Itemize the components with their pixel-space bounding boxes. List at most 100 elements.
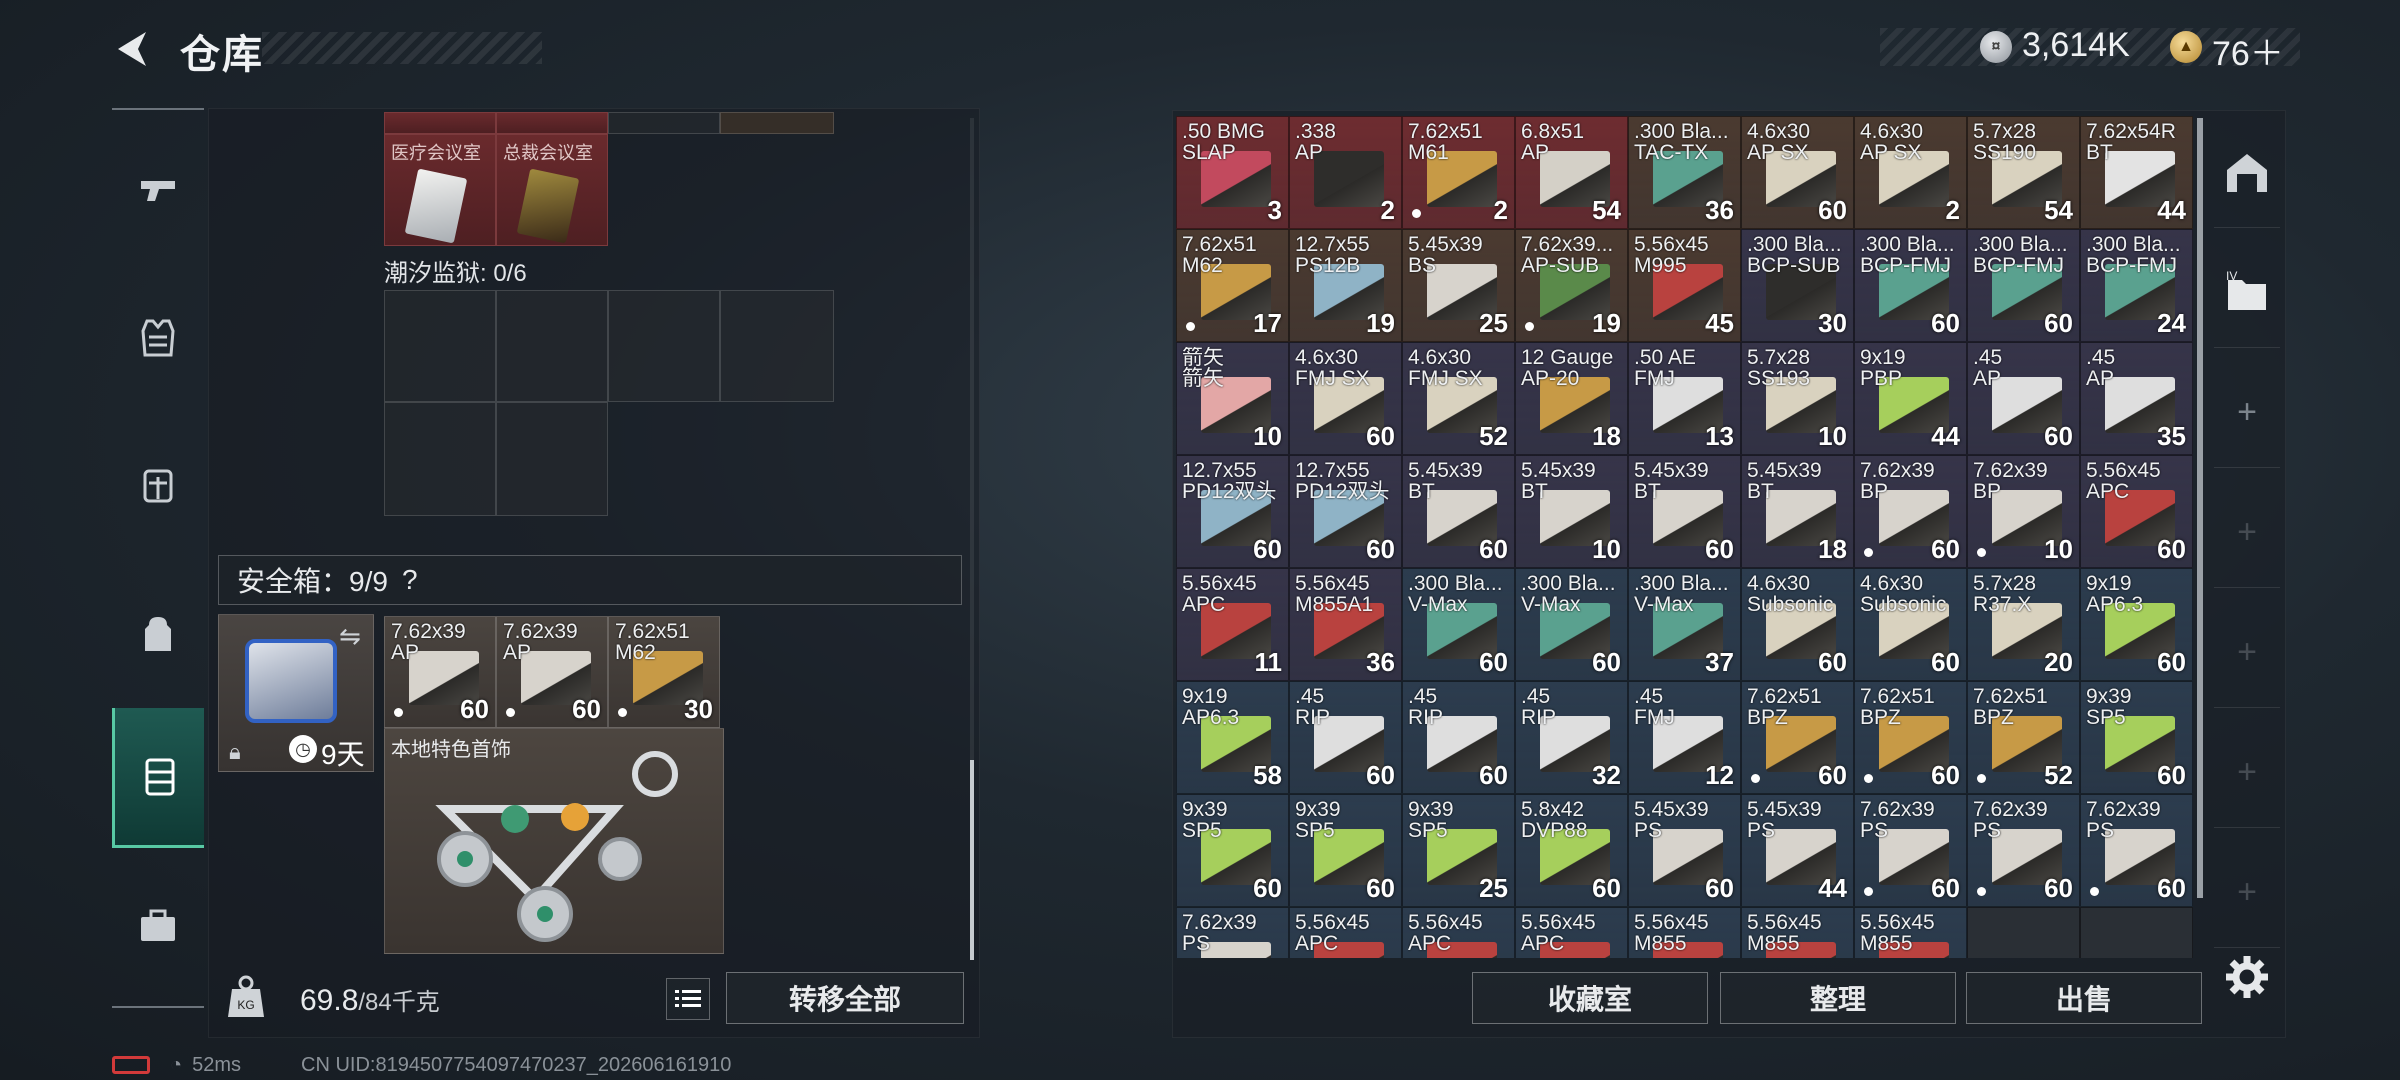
ammo-item[interactable]: .45 AP 60: [1967, 342, 2080, 455]
ammo-item[interactable]: 5.45x39 BT 10: [1515, 455, 1628, 568]
sidebar-item-helmet[interactable]: [112, 416, 204, 556]
tab-add-1[interactable]: +: [2214, 358, 2280, 468]
ammo-item[interactable]: 4.6x30 AP SX 2: [1854, 116, 1967, 229]
ammo-item[interactable]: 5.56x45 M855: [1741, 907, 1854, 958]
collection-room-button[interactable]: 收藏室: [1472, 972, 1708, 1024]
ammo-item[interactable]: 12.7x55 PD12双头 60: [1176, 455, 1289, 568]
ammo-item[interactable]: .300 Bla... BCP-FMJ 60: [1967, 229, 2080, 342]
ammo-item[interactable]: 7.62x51 BPZ 60: [1741, 681, 1854, 794]
ammo-item[interactable]: .300 Bla... V-Max 60: [1402, 568, 1515, 681]
settings-gear-icon[interactable]: [2222, 952, 2272, 1002]
ammo-item[interactable]: 12.7x55 PD12双头 60: [1289, 455, 1402, 568]
trinket-item[interactable]: 本地特色首饰: [384, 728, 724, 954]
ammo-item[interactable]: 12.7x55 PS12B 19: [1289, 229, 1402, 342]
sidebar-item-weapons[interactable]: [112, 120, 204, 260]
prison-slot[interactable]: [384, 290, 496, 402]
ammo-item[interactable]: 5.56x45 APC 11: [1176, 568, 1289, 681]
ammo-item[interactable]: 5.56x45 M855: [1628, 907, 1741, 958]
transfer-all-button[interactable]: 转移全部: [726, 972, 964, 1024]
ammo-item[interactable]: 5.56x45 APC: [1515, 907, 1628, 958]
prison-slot[interactable]: [496, 402, 608, 516]
tab-add-5[interactable]: +: [2214, 838, 2280, 948]
ammo-item[interactable]: .338 AP 2: [1289, 116, 1402, 229]
weight-icon[interactable]: KG: [226, 975, 266, 1019]
prison-slot[interactable]: [384, 402, 496, 516]
ammo-item[interactable]: 5.45x39 PS 60: [1628, 794, 1741, 907]
swap-icon[interactable]: ⇋: [339, 621, 361, 652]
ammo-item[interactable]: .45 FMJ 12: [1628, 681, 1741, 794]
ammo-item[interactable]: 5.45x39 BT 60: [1628, 455, 1741, 568]
ammo-item[interactable]: 9x19 PBP 44: [1854, 342, 1967, 455]
ammo-item[interactable]: 5.8x42 DVP88 60: [1515, 794, 1628, 907]
ammo-item[interactable]: 7.62x39 PS: [1176, 907, 1289, 958]
tab-add-2[interactable]: +: [2214, 478, 2280, 588]
ammo-item[interactable]: 9x39 SP5 25: [1402, 794, 1515, 907]
safebox-ammo-item[interactable]: 7.62x39 AP 60: [384, 616, 496, 728]
ammo-item[interactable]: 9x19 AP6.3 60: [2080, 568, 2193, 681]
room-keycard-medical[interactable]: 医疗会议室: [384, 134, 496, 246]
ammo-item[interactable]: 4.6x30 Subsonic 60: [1854, 568, 1967, 681]
tab-stash-main[interactable]: [2214, 118, 2280, 228]
prison-slot[interactable]: [720, 290, 834, 402]
room-keycard-ceo[interactable]: 总裁会议室: [496, 134, 608, 246]
safebox-item[interactable]: ⇋ 🔒︎ ◷ 9天: [218, 614, 374, 772]
sell-button[interactable]: 出售: [1966, 972, 2202, 1024]
ammo-item[interactable]: 7.62x54R BT 44: [2080, 116, 2193, 229]
ammo-item[interactable]: 4.6x30 FMJ SX 52: [1402, 342, 1515, 455]
ammo-item[interactable]: 5.56x45 APC 60: [2080, 455, 2193, 568]
ammo-item[interactable]: 7.62x39... AP-SUB 19: [1515, 229, 1628, 342]
ammo-item[interactable]: .50 AE FMJ 13: [1628, 342, 1741, 455]
ammo-item[interactable]: 5.45x39 BS 25: [1402, 229, 1515, 342]
ammo-item[interactable]: .45 AP 35: [2080, 342, 2193, 455]
list-view-button[interactable]: [666, 978, 710, 1020]
ammo-item[interactable]: .300 Bla... V-Max 37: [1628, 568, 1741, 681]
ammo-item[interactable]: 5.45x39 BT 60: [1402, 455, 1515, 568]
tab-stash-page[interactable]: IV: [2214, 238, 2280, 348]
ammo-item[interactable]: 9x39 SP5 60: [2080, 681, 2193, 794]
ammo-item[interactable]: 5.56x45 M995 45: [1628, 229, 1741, 342]
ammo-item[interactable]: 箭矢 箭矢 10: [1176, 342, 1289, 455]
ammo-item[interactable]: 9x19 AP6.3 58: [1176, 681, 1289, 794]
ammo-item[interactable]: 5.7x28 SS190 54: [1967, 116, 2080, 229]
ammo-item[interactable]: 7.62x51 BPZ 52: [1967, 681, 2080, 794]
ammo-item[interactable]: .50 BMG SLAP 3: [1176, 116, 1289, 229]
back-arrow-icon[interactable]: [110, 26, 156, 72]
ammo-item[interactable]: 4.6x30 AP SX 60: [1741, 116, 1854, 229]
tab-add-4[interactable]: +: [2214, 718, 2280, 828]
safebox-ammo-item[interactable]: 7.62x51 M62 30: [608, 616, 720, 728]
ammo-item[interactable]: 7.62x51 M62 17: [1176, 229, 1289, 342]
left-scrollbar-thumb[interactable]: [970, 760, 974, 960]
ammo-item[interactable]: 5.56x45 APC: [1402, 907, 1515, 958]
ammo-item[interactable]: 5.7x28 R37.X 20: [1967, 568, 2080, 681]
ammo-item[interactable]: 5.45x39 BT 18: [1741, 455, 1854, 568]
ammo-item[interactable]: .300 Bla... BCP-FMJ 24: [2080, 229, 2193, 342]
ammo-item[interactable]: 7.62x39 BP 60: [1854, 455, 1967, 568]
sort-button[interactable]: 整理: [1720, 972, 1956, 1024]
ammo-item[interactable]: .300 Bla... TAC-TX 36: [1628, 116, 1741, 229]
sidebar-item-backpack[interactable]: [112, 564, 204, 704]
ammo-item[interactable]: .45 RIP 60: [1289, 681, 1402, 794]
empty-slot[interactable]: [2080, 907, 2193, 958]
ammo-item[interactable]: 5.56x45 M855: [1854, 907, 1967, 958]
ammo-item[interactable]: 12 Gauge AP-20 18: [1515, 342, 1628, 455]
ammo-item[interactable]: 4.6x30 FMJ SX 60: [1289, 342, 1402, 455]
help-icon[interactable]: ?: [402, 564, 418, 596]
safebox-ammo-item[interactable]: 7.62x39 AP 60: [496, 616, 608, 728]
ammo-item[interactable]: 7.62x39 PS 60: [1967, 794, 2080, 907]
ammo-item[interactable]: .300 Bla... V-Max 60: [1515, 568, 1628, 681]
ammo-item[interactable]: .45 RIP 60: [1402, 681, 1515, 794]
sidebar-item-armor[interactable]: [112, 268, 204, 408]
sidebar-item-toolbox[interactable]: [112, 856, 204, 996]
ammo-item[interactable]: 5.45x39 PS 44: [1741, 794, 1854, 907]
stash-scrollbar[interactable]: [2197, 118, 2203, 898]
ammo-item[interactable]: 9x39 SP5 60: [1176, 794, 1289, 907]
ammo-item[interactable]: 7.62x39 BP 10: [1967, 455, 2080, 568]
prison-slot[interactable]: [608, 290, 720, 402]
tab-add-3[interactable]: +: [2214, 598, 2280, 708]
ammo-item[interactable]: 7.62x51 M61 2: [1402, 116, 1515, 229]
ammo-item[interactable]: 7.62x39 PS 60: [1854, 794, 1967, 907]
gold-value[interactable]: 76＋: [2212, 26, 2284, 75]
ammo-item[interactable]: .45 RIP 32: [1515, 681, 1628, 794]
ammo-item[interactable]: 4.6x30 Subsonic 60: [1741, 568, 1854, 681]
ammo-item[interactable]: 5.56x45 APC: [1289, 907, 1402, 958]
